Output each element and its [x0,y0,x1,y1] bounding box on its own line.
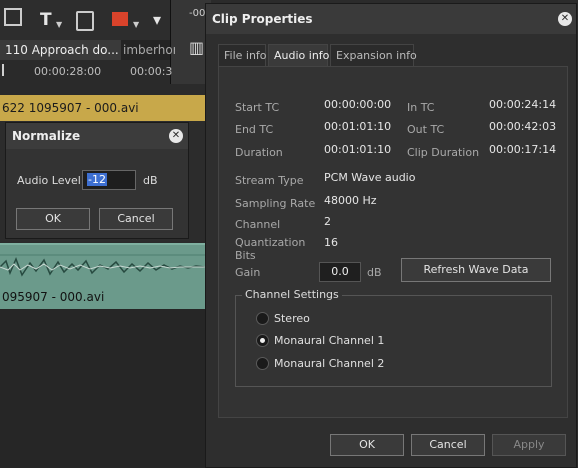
audio-waveform [0,254,205,277]
clip-marker-icon[interactable] [112,12,128,26]
audio-clip[interactable]: 095907 - 000.avi [0,243,205,309]
radio-stereo[interactable] [256,312,269,325]
sampling-rate-value: 48000 Hz [324,194,377,207]
editor-toolbar: T ▼ ▼ ▾ [0,0,170,40]
normalize-dialog: Normalize ✕ Audio Level -12 dB OK Cancel [5,122,189,239]
audio-level-input[interactable]: -12 [82,170,136,190]
stream-type-value: PCM Wave audio [324,171,416,184]
radio-monaural-channel-2-label[interactable]: Monaural Channel 2 [274,357,384,370]
chevron-down-icon[interactable]: ▼ [56,20,62,29]
unit-label: dB [143,174,158,187]
gain-unit: dB [367,266,382,279]
channel-settings-group: Channel Settings Stereo Monaural Channel… [235,288,552,387]
in-tc-label: In TC [407,101,435,114]
clip-duration-label: Clip Duration [407,146,480,159]
tab-sequence-inactive[interactable]: imberhor [118,40,175,60]
apply-button[interactable]: Apply [492,434,566,456]
audio-level-value: -12 [87,173,107,186]
quantization-bits-value: 16 [324,236,338,249]
tab-expansion-info[interactable]: Expansion info [330,44,417,66]
channel-settings-legend: Channel Settings [242,288,342,301]
title-tool-icon[interactable]: T [40,10,52,30]
strip-timecode: -00 [189,8,206,19]
sampling-rate-label: Sampling Rate [235,197,316,210]
ok-button[interactable]: OK [330,434,404,456]
gain-label: Gain [235,266,261,279]
timeline-ruler[interactable]: 00:00:28:00 00:00:3 [0,60,173,95]
start-tc-label: Start TC [235,101,280,114]
toolbar-tool-icon[interactable] [4,8,22,26]
audio-info-panel: Start TC 00:00:00:00 In TC 00:00:24:14 E… [218,66,568,418]
audio-clip-label: 095907 - 000.avi [2,290,105,304]
more-icon[interactable]: ▾ [153,10,161,29]
quantization-bits-label: Quantization Bits [235,236,306,262]
ok-button[interactable]: OK [16,208,90,230]
chevron-down-icon[interactable]: ▼ [133,20,139,29]
cancel-button[interactable]: Cancel [411,434,485,456]
end-tc-label: End TC [235,123,274,136]
out-tc-value: 00:00:42:03 [489,120,557,133]
out-tc-label: Out TC [407,123,445,136]
tab-sequence-active[interactable]: 110 Approach do... [0,40,121,60]
ruler-tick [2,64,4,76]
stream-type-label: Stream Type [235,174,304,187]
close-icon[interactable]: ✕ [169,129,183,143]
tab-audio-info[interactable]: Audio info [268,44,329,66]
tab-file-info[interactable]: File info [218,44,267,66]
gain-input[interactable]: 0.0 [319,262,361,282]
radio-monaural-channel-2[interactable] [256,357,269,370]
audio-meter-icon[interactable]: ▥ [189,38,204,57]
ruler-timecode: 00:00:3 [130,65,173,78]
radio-monaural-channel-1-label[interactable]: Monaural Channel 1 [274,334,384,347]
radio-stereo-label[interactable]: Stereo [274,312,310,325]
in-tc-value: 00:00:24:14 [489,98,557,111]
clip-duration-value: 00:00:17:14 [489,143,557,156]
cancel-button[interactable]: Cancel [99,208,173,230]
audio-level-label: Audio Level [17,174,81,187]
channel-value: 2 [324,215,331,228]
duration-label: Duration [235,146,283,159]
channel-label: Channel [235,218,281,231]
end-tc-value: 00:01:01:10 [324,120,392,133]
dialog-title: Clip Properties [206,4,576,34]
sequence-tabs: 110 Approach do... imberhor [0,40,175,60]
dialog-title: Normalize [6,123,188,149]
clip-properties-dialog: Clip Properties ✕ File info Audio info E… [205,3,577,468]
ruler-timecode: 00:00:28:00 [34,65,102,78]
duration-value: 00:01:01:10 [324,143,392,156]
empty-track [0,309,205,468]
refresh-wave-data-button[interactable]: Refresh Wave Data [401,258,551,282]
close-icon[interactable]: ✕ [558,12,572,26]
voice-over-icon[interactable] [76,11,94,31]
radio-monaural-channel-1[interactable] [256,334,269,347]
video-clip[interactable]: 622 1095907 - 000.avi [0,95,205,121]
start-tc-value: 00:00:00:00 [324,98,392,111]
